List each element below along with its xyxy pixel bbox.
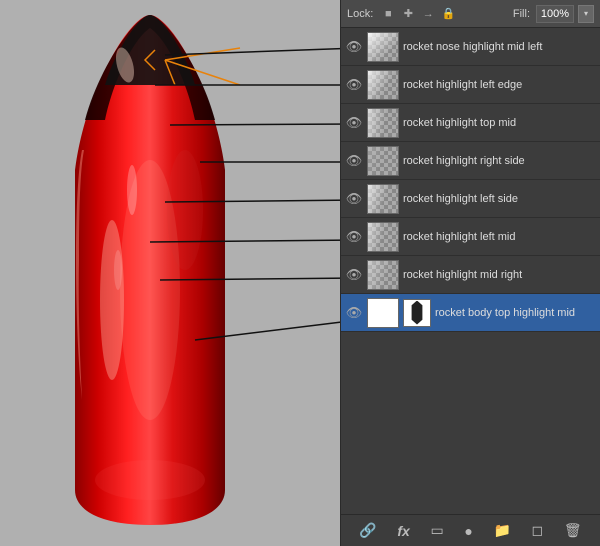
layer-thumbnail — [367, 260, 399, 290]
layer-thumbnail — [367, 146, 399, 176]
layer-mask-thumbnail — [403, 299, 431, 327]
new-adjustment-layer-icon[interactable]: ● — [460, 521, 476, 541]
layers-list: 👁 rocket nose highlight mid left 👁 rocke… — [341, 28, 600, 514]
visibility-toggle[interactable]: 👁 — [345, 228, 363, 246]
visibility-toggle[interactable]: 👁 — [345, 266, 363, 284]
fill-section: Fill: ▾ — [513, 5, 594, 23]
lock-move-icon[interactable]: → — [421, 7, 435, 21]
fx-button[interactable]: fx — [393, 521, 413, 541]
new-layer-icon[interactable]: ◻ — [528, 520, 548, 541]
visibility-toggle[interactable]: 👁 — [345, 304, 363, 322]
layer-row[interactable]: 👁 rocket highlight top mid — [341, 104, 600, 142]
visibility-toggle[interactable]: 👁 — [345, 190, 363, 208]
visibility-toggle[interactable]: 👁 — [345, 76, 363, 94]
fill-label: Fill: — [513, 8, 530, 20]
layer-row[interactable]: 👁 rocket highlight mid right — [341, 256, 600, 294]
rocket-illustration — [40, 10, 260, 530]
layer-name: rocket highlight left edge — [403, 79, 596, 91]
lock-label: Lock: — [347, 8, 373, 20]
layer-thumbnail — [367, 222, 399, 252]
layer-row[interactable]: 👁 rocket highlight left side — [341, 180, 600, 218]
fill-input[interactable] — [536, 5, 574, 23]
delete-layer-icon[interactable]: 🗑 — [560, 520, 586, 541]
canvas-area — [0, 0, 340, 546]
layer-row[interactable]: 👁 rocket body top highlight mid — [341, 294, 600, 332]
layer-name: rocket highlight left side — [403, 193, 596, 205]
layer-thumbnail — [367, 70, 399, 100]
layer-row[interactable]: 👁 rocket highlight left mid — [341, 218, 600, 256]
visibility-toggle[interactable]: 👁 — [345, 114, 363, 132]
layer-name: rocket highlight left mid — [403, 231, 596, 243]
layer-thumbnail — [367, 184, 399, 214]
lock-pixels-icon[interactable]: ■ — [381, 7, 395, 21]
lock-all-icon[interactable]: 🔒 — [441, 7, 455, 21]
layers-panel: Lock: ■ ✚ → 🔒 Fill: ▾ 👁 rocket nose high… — [340, 0, 600, 546]
layer-thumbnail — [367, 298, 399, 328]
layer-row[interactable]: 👁 rocket nose highlight mid left — [341, 28, 600, 66]
lock-position-icon[interactable]: ✚ — [401, 7, 415, 21]
layers-toolbar: Lock: ■ ✚ → 🔒 Fill: ▾ — [341, 0, 600, 28]
new-group-icon[interactable]: 📁 — [489, 520, 514, 541]
layer-thumbnail — [367, 32, 399, 62]
new-fill-layer-icon[interactable]: ▭ — [426, 520, 447, 541]
layer-name: rocket nose highlight mid left — [403, 41, 596, 53]
layer-name: rocket highlight top mid — [403, 117, 596, 129]
visibility-toggle[interactable]: 👁 — [345, 152, 363, 170]
fill-dropdown-arrow[interactable]: ▾ — [578, 5, 594, 23]
visibility-toggle[interactable]: 👁 — [345, 38, 363, 56]
layer-thumbnail — [367, 108, 399, 138]
layer-row[interactable]: 👁 rocket highlight right side — [341, 142, 600, 180]
layer-name: rocket highlight right side — [403, 155, 596, 167]
layer-name: rocket highlight mid right — [403, 269, 596, 281]
layers-bottom-toolbar: 🔗 fx ▭ ● 📁 ◻ 🗑 — [341, 514, 600, 546]
layer-row[interactable]: 👁 rocket highlight left edge — [341, 66, 600, 104]
link-icon[interactable]: 🔗 — [355, 520, 380, 541]
layer-name: rocket body top highlight mid — [435, 307, 596, 319]
